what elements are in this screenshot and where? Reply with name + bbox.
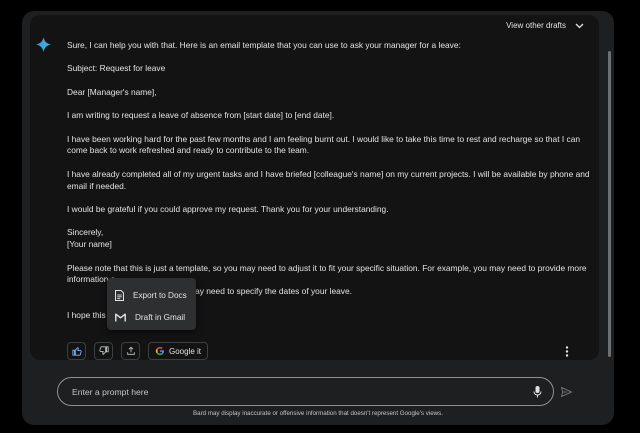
menu-item-draft-in-gmail[interactable]: Draft in Gmail xyxy=(107,306,196,328)
sparkle-icon xyxy=(36,37,51,52)
email-signoff: Sincerely, [Your name] xyxy=(67,227,593,251)
email-greeting: Dear [Manager's name], xyxy=(67,86,157,97)
chevron-down-icon xyxy=(575,23,584,28)
more-options-button[interactable] xyxy=(562,344,572,358)
email-paragraph: I have been working hard for the past fe… xyxy=(67,133,581,156)
view-other-drafts-button[interactable]: View other drafts xyxy=(506,21,584,30)
send-button[interactable] xyxy=(559,385,573,399)
response-intro: Sure, I can help you with that. Here is … xyxy=(67,40,461,50)
thumbs-down-icon xyxy=(98,346,109,355)
thumbs-up-button[interactable] xyxy=(67,342,86,360)
signoff-line: Sincerely, xyxy=(67,227,104,238)
scrollbar[interactable] xyxy=(608,51,611,357)
mic-button[interactable] xyxy=(530,385,544,399)
menu-item-label: Draft in Gmail xyxy=(135,312,186,322)
share-icon xyxy=(126,346,135,355)
email-subject: Subject: Request for leave xyxy=(67,63,166,74)
signoff-name: [Your name] xyxy=(67,239,112,250)
mic-icon xyxy=(533,386,541,398)
share-menu: Export to Docs Draft in Gmail xyxy=(107,278,196,330)
share-button[interactable] xyxy=(121,342,140,360)
prompt-box[interactable] xyxy=(57,377,554,406)
disclaimer: Bard may display inaccurate or offensive… xyxy=(193,410,443,417)
google-icon xyxy=(155,346,164,356)
email-paragraph: I would be grateful if you could approve… xyxy=(67,203,389,214)
google-it-label: Google it xyxy=(169,346,202,356)
prompt-input[interactable] xyxy=(72,385,512,399)
gmail-icon xyxy=(115,313,126,321)
docs-icon xyxy=(115,289,124,301)
more-vert-icon xyxy=(565,345,569,357)
menu-item-export-to-docs[interactable]: Export to Docs xyxy=(107,284,196,306)
email-paragraph: I am writing to request a leave of absen… xyxy=(67,110,335,121)
google-it-button[interactable]: Google it xyxy=(148,342,209,360)
send-icon xyxy=(560,387,572,397)
email-paragraph: I have already completed all of my urgen… xyxy=(67,168,590,191)
view-drafts-label: View other drafts xyxy=(506,21,566,30)
bard-window: View other drafts Sure, I can help you w… xyxy=(22,11,614,425)
response-actions: Google it xyxy=(67,342,209,360)
thumbs-down-button[interactable] xyxy=(94,342,113,360)
menu-item-label: Export to Docs xyxy=(133,290,187,300)
thumbs-up-icon xyxy=(71,347,82,356)
